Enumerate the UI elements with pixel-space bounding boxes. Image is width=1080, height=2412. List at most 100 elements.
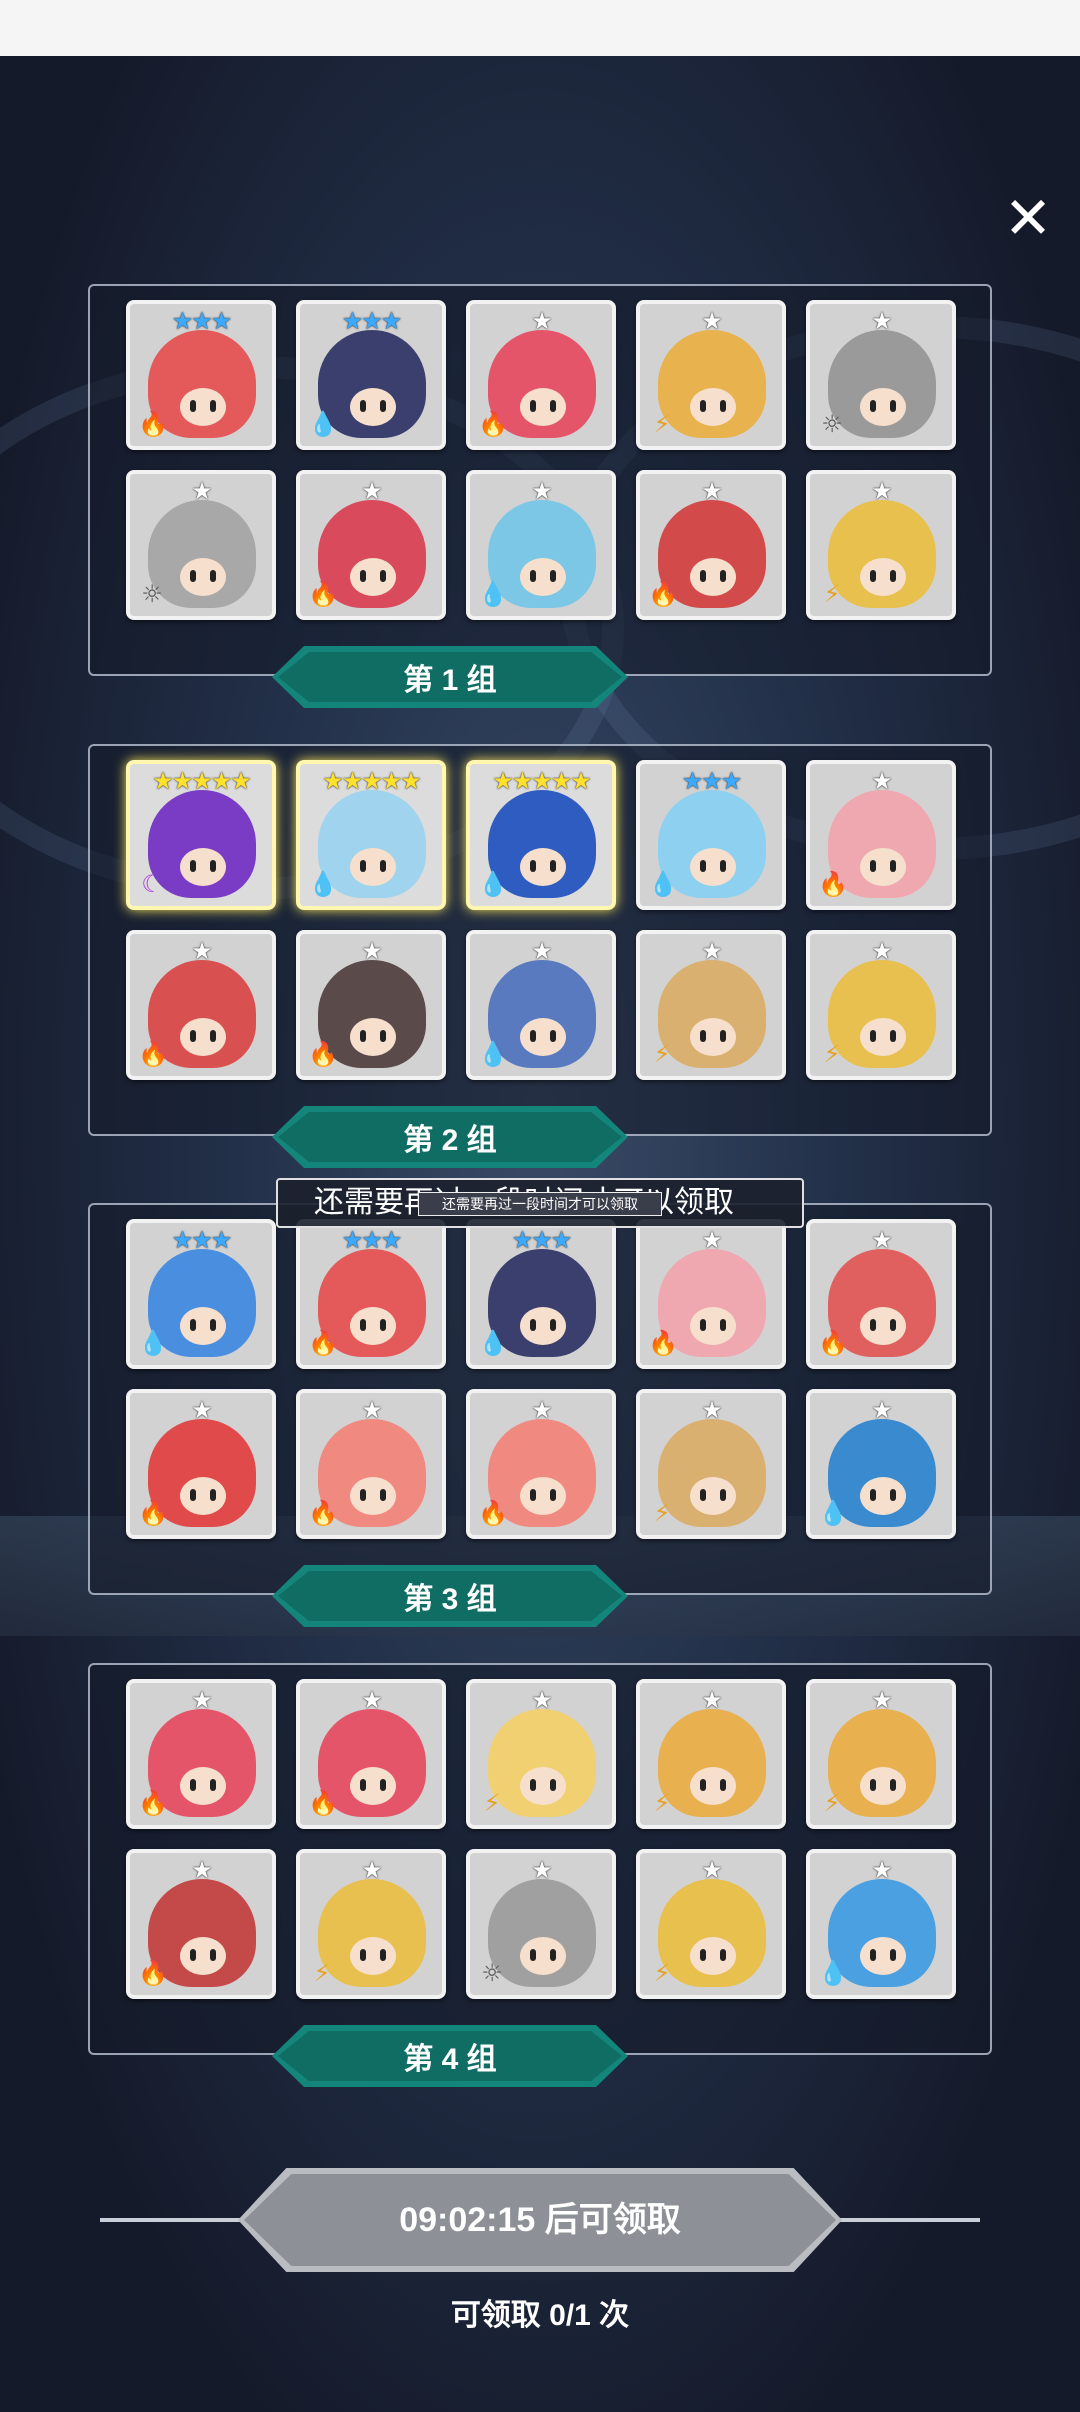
hero-card[interactable]: ★★★ 💧 (466, 1219, 616, 1369)
hero-card[interactable]: ★ ⚡ (806, 470, 956, 620)
hero-card[interactable]: ★ 💧 (466, 470, 616, 620)
hero-card[interactable]: ★ ⚡ (806, 930, 956, 1080)
dark-element-icon: ☾ (141, 870, 163, 898)
hero-face (690, 848, 736, 886)
hero-card[interactable]: ★ 🔥 (296, 1679, 446, 1829)
water-element-icon: 💧 (478, 1040, 508, 1068)
hero-card[interactable]: ★ ⚡ (636, 930, 786, 1080)
hero-card[interactable]: ★ 🔥 (126, 1849, 276, 1999)
hero-card[interactable]: ★ 🔥 (126, 1389, 276, 1539)
reward-group-3: ★★★ 💧 ★★★ 🔥 ★★★ 💧 ★ 🔥 ★ 🔥 ★ 🔥 ★ 🔥 ★ 🔥 ★ ⚡ ★ 💧 (88, 1203, 992, 1595)
claim-button[interactable]: 09:02:15 后可领取 (238, 2168, 842, 2272)
hero-card[interactable]: ★ ⚡ (466, 1679, 616, 1829)
hero-card[interactable]: ★★★ 💧 (296, 300, 446, 450)
hero-card[interactable]: ★ ⚡ (636, 1389, 786, 1539)
reward-group-2: ★★★★★ ☾ ★★★★★ 💧 ★★★★★ 💧 ★★★ 💧 ★ 🔥 ★ 🔥 ★ 🔥 ★ 💧 ★ ⚡ ★ ⚡ (88, 744, 992, 1136)
hero-eye (190, 860, 196, 872)
star-rating: ★ (871, 1686, 893, 1714)
hero-card[interactable]: ★ 🔥 (806, 760, 956, 910)
hero-face (860, 1307, 906, 1345)
hero-card[interactable]: ★★★ 💧 (636, 760, 786, 910)
hero-card[interactable]: ★★★ 🔥 (296, 1219, 446, 1369)
hero-eye (720, 1779, 726, 1791)
hero-face (180, 1018, 226, 1056)
group-label: 第 4 组 (403, 2043, 497, 2076)
hero-grid: ★★★ 💧 ★★★ 🔥 ★★★ 💧 ★ 🔥 ★ 🔥 ★ 🔥 ★ 🔥 ★ 🔥 ★ ⚡ ★ 💧 (126, 1219, 956, 1539)
star-rating: ★ (191, 937, 213, 965)
hero-eye (190, 400, 196, 412)
star-rating: ★ (361, 477, 383, 505)
hero-card[interactable]: ★ ☼ (466, 1849, 616, 1999)
hero-eye (360, 1779, 366, 1791)
hero-eye (190, 1949, 196, 1961)
group-label: 第 2 组 (403, 1124, 497, 1157)
hero-face (520, 1767, 566, 1805)
hero-card[interactable]: ★ ⚡ (806, 1679, 956, 1829)
wind-element-icon: ⚡ (653, 1040, 671, 1068)
hero-card[interactable]: ★ 🔥 (466, 300, 616, 450)
hero-card[interactable]: ★ ☼ (126, 470, 276, 620)
hero-card[interactable]: ★ ⚡ (296, 1849, 446, 1999)
hero-card[interactable]: ★★★ 💧 (126, 1219, 276, 1369)
hero-card[interactable]: ★ 🔥 (126, 930, 276, 1080)
star-rating: ★ (531, 1686, 553, 1714)
close-icon[interactable]: ✕ (1000, 189, 1056, 247)
hero-face (520, 1018, 566, 1056)
hero-card[interactable]: ★★★★★ 💧 (466, 760, 616, 910)
star-rating: ★ (701, 307, 723, 335)
hero-card[interactable]: ★ ⚡ (636, 1679, 786, 1829)
star-rating: ★ (701, 1226, 723, 1254)
hero-eye (700, 400, 706, 412)
hero-card[interactable]: ★ 🔥 (126, 1679, 276, 1829)
star-rating: ★ (531, 477, 553, 505)
hero-card[interactable]: ★ ⚡ (636, 300, 786, 450)
hero-card[interactable]: ★ 🔥 (806, 1219, 956, 1369)
hero-eye (870, 1030, 876, 1042)
star-rating: ★ (191, 477, 213, 505)
star-rating: ★ (361, 1856, 383, 1884)
hero-eye (210, 1319, 216, 1331)
hero-face (690, 388, 736, 426)
hero-face (180, 1767, 226, 1805)
hero-eye (210, 400, 216, 412)
fire-element-icon: 🔥 (308, 1499, 338, 1527)
star-rating: ★ (871, 767, 893, 795)
hero-eye (550, 1949, 556, 1961)
star-rating: ★ (871, 307, 893, 335)
hero-card[interactable]: ★★★ 🔥 (126, 300, 276, 450)
hero-face (860, 1477, 906, 1515)
hero-card[interactable]: ★ 💧 (806, 1849, 956, 1999)
hero-eye (360, 570, 366, 582)
fire-element-icon: 🔥 (478, 410, 508, 438)
hero-card[interactable]: ★★★★★ ☾ (126, 760, 276, 910)
hero-eye (870, 860, 876, 872)
fire-element-icon: 🔥 (818, 870, 848, 898)
hero-face (180, 1937, 226, 1975)
hero-card[interactable]: ★ ⚡ (636, 1849, 786, 1999)
hero-card[interactable]: ★ ☼ (806, 300, 956, 450)
hero-card[interactable]: ★ 🔥 (296, 470, 446, 620)
star-rating: ★ (871, 1396, 893, 1424)
star-rating: ★ (191, 1856, 213, 1884)
water-element-icon: 💧 (818, 1959, 848, 1987)
hero-card[interactable]: ★★★★★ 💧 (296, 760, 446, 910)
hero-eye (380, 1779, 386, 1791)
hero-eye (190, 1030, 196, 1042)
hero-card[interactable]: ★ 🔥 (466, 1389, 616, 1539)
hero-card[interactable]: ★ 💧 (806, 1389, 956, 1539)
hero-card[interactable]: ★ 🔥 (636, 470, 786, 620)
hero-card[interactable]: ★ 🔥 (296, 930, 446, 1080)
hero-card[interactable]: ★ 💧 (466, 930, 616, 1080)
wind-element-icon: ⚡ (483, 1789, 501, 1817)
fire-element-icon: 🔥 (138, 1040, 168, 1068)
hero-face (690, 1307, 736, 1345)
wind-element-icon: ⚡ (653, 1499, 671, 1527)
hero-card[interactable]: ★ 🔥 (636, 1219, 786, 1369)
fire-element-icon: 🔥 (308, 1040, 338, 1068)
reward-group-4: ★ 🔥 ★ 🔥 ★ ⚡ ★ ⚡ ★ ⚡ ★ 🔥 ★ ⚡ ★ ☼ ★ ⚡ ★ 💧 (88, 1663, 992, 2055)
hero-eye (380, 860, 386, 872)
hero-card[interactable]: ★ 🔥 (296, 1389, 446, 1539)
wind-element-icon: ⚡ (823, 1789, 841, 1817)
hero-eye (210, 1779, 216, 1791)
hero-eye (210, 860, 216, 872)
